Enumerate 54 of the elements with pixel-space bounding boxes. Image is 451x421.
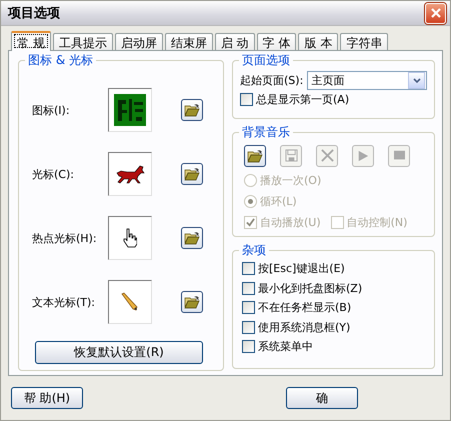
radio-label: 播放一次(O) [260, 172, 322, 188]
hand-cursor-icon [123, 228, 137, 248]
app-icon [114, 94, 146, 126]
chevron-down-icon [412, 78, 421, 84]
tab[interactable]: 启动屏 [114, 33, 163, 50]
checkbox[interactable] [242, 301, 255, 314]
checkbox-label: 不在任务栏显示(B) [258, 300, 352, 316]
reset-button[interactable]: 恢复默认设置(R) [35, 341, 203, 364]
group-title: 页面选项 [239, 53, 293, 67]
tab[interactable]: 版 本 [298, 33, 338, 50]
stop-icon [392, 150, 406, 162]
browse-button[interactable] [181, 99, 203, 121]
checkbox-label: 使用系统消息框(Y) [258, 320, 350, 335]
tab[interactable]: 工具提示 [52, 33, 113, 50]
checkbox-label: 总是显示第一页(A) [256, 92, 350, 107]
field-label: 文本光标(T): [32, 294, 96, 310]
horse-icon [114, 164, 146, 184]
checkbox-label: 按[Esc]键退出(E) [258, 261, 345, 276]
group-title: 杂项 [239, 242, 269, 257]
window-title: 项目选项 [8, 5, 60, 22]
checkbox-label: 最小化到托盘图标(Z) [258, 280, 362, 296]
start-page-dropdown[interactable]: 主页面 [307, 71, 428, 90]
checkbox[interactable] [242, 340, 255, 354]
tab[interactable]: 字符串 [340, 33, 388, 50]
dialog-button[interactable]: 确 [286, 387, 358, 409]
tab[interactable]: 结束屏 [164, 33, 213, 50]
dialog-button[interactable]: 帮 助(H) [11, 387, 83, 409]
checkbox[interactable] [242, 262, 255, 276]
play-icon [357, 150, 369, 162]
delete-icon [320, 149, 334, 162]
close-icon [430, 7, 442, 19]
tab[interactable]: 字 体 [256, 33, 296, 50]
checkbox[interactable] [242, 282, 255, 295]
field-label: 热点光标(H): [32, 230, 97, 246]
checkbox-label: 自动播放(U) [260, 214, 321, 230]
checkbox-label: 自动控制(N) [346, 214, 408, 230]
tab[interactable]: 启 动 [214, 33, 255, 50]
folder-icon [247, 148, 263, 164]
field-label: 光标(C): [32, 166, 74, 182]
pencil-icon [120, 292, 140, 312]
checkbox[interactable] [240, 93, 253, 106]
browse-button[interactable] [181, 227, 203, 249]
group-title: 背景音乐 [239, 124, 293, 139]
field-label: 图标(I): [32, 102, 70, 118]
group-title: 图标 & 光标 [25, 53, 96, 67]
close-button[interactable] [425, 2, 446, 24]
field-label: 起始页面(S): [240, 73, 304, 88]
browse-button[interactable] [181, 291, 203, 313]
browse-button[interactable] [181, 163, 203, 185]
toolbar-button[interactable] [244, 144, 266, 167]
checkbox[interactable] [242, 320, 255, 334]
checkbox-label: 系统菜单中 [258, 339, 313, 354]
radio-label: 循环(L) [260, 194, 297, 209]
save-icon [284, 149, 298, 162]
